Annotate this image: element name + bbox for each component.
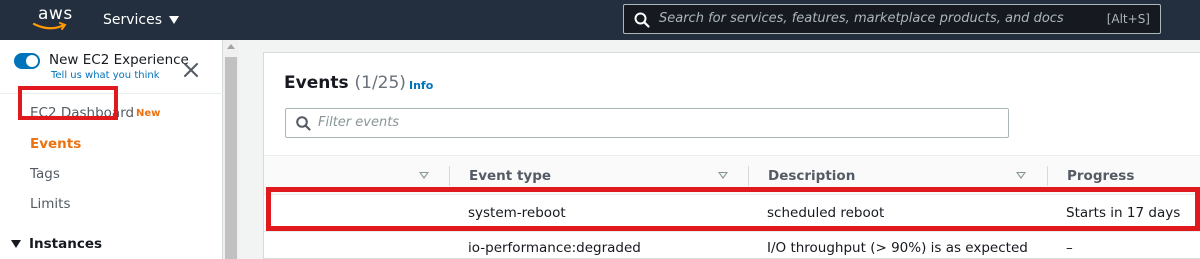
table-row[interactable]: io-performance:degraded I/O throughput (… <box>264 231 1200 259</box>
new-badge: New <box>136 108 161 119</box>
aws-logo-text: aws <box>38 4 73 24</box>
sidebar-item-limits[interactable]: Limits <box>30 196 71 212</box>
selection-count: (1/25) <box>354 73 406 93</box>
sidebar-item-events[interactable]: Events <box>30 136 81 152</box>
cell-progress: – <box>1066 240 1073 256</box>
column-divider <box>1047 166 1048 186</box>
global-search-input[interactable]: Search for services, features, marketpla… <box>623 4 1161 34</box>
filter-search-icon <box>296 116 311 131</box>
new-experience-label: New EC2 Experience <box>49 52 189 68</box>
filter-placeholder: Filter events <box>318 115 400 130</box>
top-nav-bar: aws Services Search for services, featur… <box>0 0 1200 40</box>
search-icon <box>634 12 650 28</box>
column-divider <box>449 166 450 186</box>
column-divider <box>748 166 749 186</box>
sidebar-section-instances[interactable]: Instances <box>11 236 102 252</box>
services-menu-button[interactable]: Services <box>103 0 180 40</box>
selected-row-highlight-box <box>266 187 1200 231</box>
scroll-up-arrow-icon[interactable] <box>227 44 235 49</box>
events-highlight-box <box>18 86 118 120</box>
sort-icon[interactable] <box>419 172 429 179</box>
scrollbar-thumb[interactable] <box>225 57 237 259</box>
sidebar-section-label: Instances <box>29 236 103 252</box>
sidebar-item-tags[interactable]: Tags <box>30 166 60 182</box>
sort-icon[interactable] <box>1016 172 1026 179</box>
feedback-link[interactable]: Tell us what you think <box>51 70 160 81</box>
caret-down-icon <box>169 16 180 24</box>
services-label: Services <box>103 12 163 28</box>
aws-smile-icon <box>32 22 67 30</box>
filter-events-input[interactable]: Filter events <box>285 108 1009 138</box>
info-link[interactable]: Info <box>409 79 433 92</box>
close-icon[interactable] <box>182 61 200 79</box>
sidebar: New EC2 Experience Tell us what you thin… <box>0 40 223 259</box>
page-title: Events (1/25) <box>284 73 406 93</box>
cell-description: I/O throughput (> 90%) is as expected <box>767 240 1028 256</box>
sidebar-scrollbar[interactable] <box>223 40 239 259</box>
aws-logo[interactable]: aws <box>26 4 78 36</box>
page-title-text: Events <box>284 73 349 93</box>
sort-icon[interactable] <box>718 172 728 179</box>
new-experience-toggle[interactable] <box>14 53 40 69</box>
cell-event-type: io-performance:degraded <box>468 240 641 256</box>
expand-triangle-icon <box>11 240 21 248</box>
search-shortcut: [Alt+S] <box>1106 12 1150 26</box>
search-placeholder: Search for services, features, marketpla… <box>659 11 1064 26</box>
